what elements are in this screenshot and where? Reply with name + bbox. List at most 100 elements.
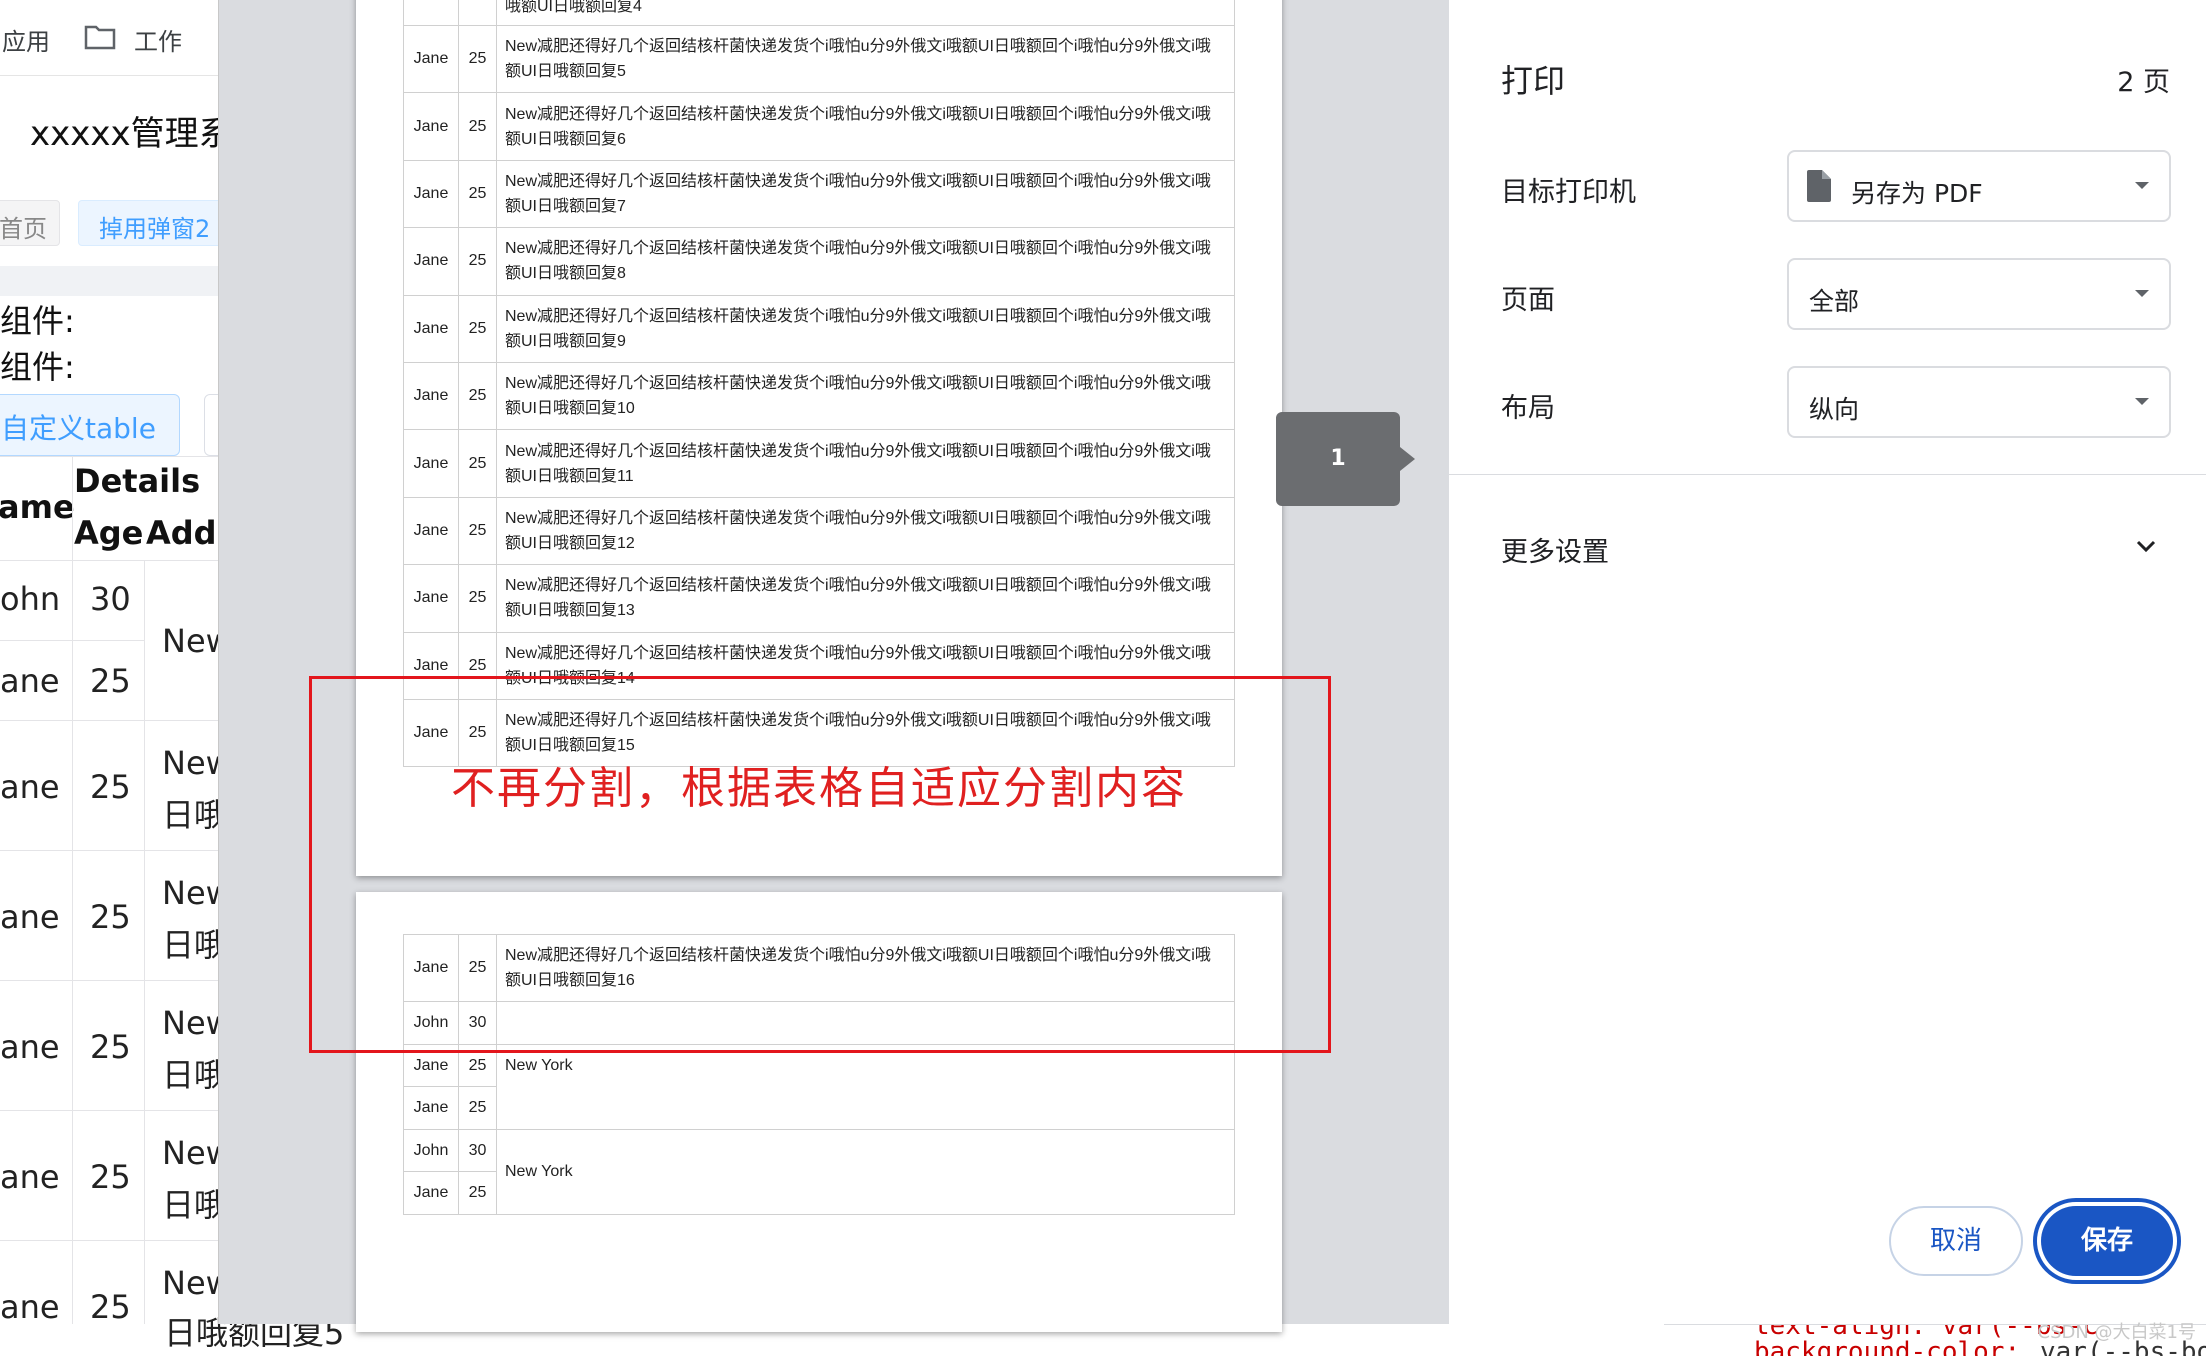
- layout-select[interactable]: 纵向: [1787, 366, 2171, 438]
- cell-age: 25: [90, 1158, 131, 1196]
- cell-name: ane: [0, 898, 60, 936]
- page-number-indicator: 1: [1276, 412, 1415, 506]
- dropdown-arrow-icon: [2135, 398, 2149, 405]
- cell-age: 25: [90, 662, 131, 700]
- cell-address-line2: 日哦: [162, 796, 227, 834]
- cell-age: 25: [458, 429, 497, 498]
- cell-address: 哦额UI日哦额回复4: [496, 0, 1235, 26]
- page-count: 2 页: [2117, 67, 2170, 98]
- cell-name: ane: [0, 768, 60, 806]
- column-divider: [144, 560, 145, 1356]
- watermark: CSDN @大白菜1号: [2037, 1322, 2197, 1343]
- save-button[interactable]: 保存: [2033, 1198, 2181, 1284]
- annotation-highlight-box: [309, 676, 1331, 1053]
- cell-age: 25: [458, 294, 497, 363]
- save-button-label: 保存: [2041, 1206, 2173, 1276]
- cell-address: New减肥还得好几个返回结核杆菌快递发货个i哦怕u分9外俄文i哦额UI日哦额回个…: [496, 227, 1235, 296]
- cell-age: 30: [90, 580, 131, 618]
- tab-dialog2[interactable]: 掉用弹窗2: [78, 200, 228, 246]
- cell-age: 25: [458, 564, 497, 633]
- custom-table-button[interactable]: 自定义table: [0, 394, 180, 456]
- print-preview-area[interactable]: 哦额UI日哦额回复4 Jane 25 New减肥还得好几个返回结核杆菌快递发货个…: [218, 0, 1659, 1332]
- cell-age: 25: [458, 1086, 497, 1130]
- cell-address: New减肥还得好几个返回结核杆菌快递发货个i哦怕u分9外俄文i哦额UI日哦额回个…: [496, 564, 1235, 633]
- cell-name: Jane: [403, 227, 459, 296]
- layout-value: 纵向: [1809, 395, 1860, 424]
- cell-age: 25: [458, 92, 497, 161]
- table-row: Jane 25 New减肥还得好几个返回结核杆菌快递发货个i哦怕u分9外俄文i哦…: [403, 227, 1235, 296]
- cell-name: John: [403, 1128, 459, 1173]
- cell-name: Jane: [403, 1086, 459, 1130]
- table-row: Jane 25 New减肥还得好几个返回结核杆菌快递发货个i哦怕u分9外俄文i哦…: [403, 92, 1235, 161]
- row-divider: [0, 850, 240, 851]
- row-divider: [0, 980, 240, 981]
- code-property: background-color:: [1754, 1337, 2021, 1356]
- preview-table-page-1: 哦额UI日哦额回复4 Jane 25 New减肥还得好几个返回结核杆菌快递发货个…: [403, 0, 1235, 768]
- cell-address: New减肥还得好几个返回结核杆菌快递发货个i哦怕u分9外俄文i哦额UI日哦额回个…: [496, 294, 1235, 363]
- cell-age: 25: [458, 496, 497, 566]
- row-divider: [0, 1110, 240, 1111]
- bookmark-work[interactable]: 工作: [134, 22, 182, 57]
- cell-age: 25: [458, 24, 497, 94]
- chevron-down-icon: [2136, 540, 2156, 553]
- pages-select[interactable]: 全部: [1787, 258, 2171, 330]
- table-row: Jane 25 New减肥还得好几个返回结核杆菌快递发货个i哦怕u分9外俄文i哦…: [403, 361, 1235, 431]
- table-border: [0, 456, 240, 457]
- print-settings-panel: 打印 2 页 目标打印机 另存为 PDF 页面 全部 布局 纵向 更多设置 取消…: [1448, 0, 2206, 1324]
- cell-age: 25: [458, 159, 497, 229]
- destination-select[interactable]: 另存为 PDF: [1787, 150, 2171, 222]
- cell-address: New减肥还得好几个返回结核杆菌快递发货个i哦怕u分9外俄文i哦额UI日哦额回个…: [496, 496, 1235, 566]
- settings-divider: [1449, 474, 2206, 475]
- table-row: Jane 25 New减肥还得好几个返回结核杆菌快递发货个i哦怕u分9外俄文i哦…: [403, 159, 1235, 229]
- row-divider: [0, 1240, 240, 1241]
- folder-icon: [84, 25, 116, 50]
- cell-name: ane: [0, 662, 60, 700]
- tab-home[interactable]: 首页: [0, 200, 60, 246]
- header-details: Details: [74, 462, 201, 500]
- cell-address: New减肥还得好几个返回结核杆菌快递发货个i哦怕u分9外俄文i哦额UI日哦额回个…: [496, 92, 1235, 161]
- cell-name: ohn: [0, 580, 61, 618]
- pages-label: 页面: [1501, 285, 1555, 316]
- cell-name: ane: [0, 1028, 60, 1066]
- dropdown-arrow-icon: [2135, 182, 2149, 189]
- row-divider: [0, 640, 144, 641]
- destination-value: 另存为 PDF: [1851, 179, 1983, 208]
- column-divider: [72, 456, 73, 1356]
- cell-name: Jane: [403, 92, 459, 161]
- cell-address-line2: 日哦: [162, 1056, 227, 1094]
- cell-name: Jane: [403, 496, 459, 566]
- cell-age: 25: [458, 1171, 497, 1215]
- destination-label: 目标打印机: [1501, 177, 1636, 208]
- cell-address-line2: 日哦: [162, 1186, 227, 1224]
- cancel-button[interactable]: 取消: [1889, 1206, 2023, 1276]
- cell-age: 25: [90, 1288, 131, 1326]
- cell-age: 25: [458, 227, 497, 296]
- header-age: Age: [74, 514, 144, 552]
- component-label: 组件:: [0, 302, 75, 340]
- cell-name: ane: [0, 1288, 60, 1326]
- cell-name: Jane: [403, 361, 459, 431]
- cell-age: 25: [90, 768, 131, 806]
- cell-name: ane: [0, 1158, 60, 1196]
- cell-address: New减肥还得好几个返回结核杆菌快递发货个i哦怕u分9外俄文i哦额UI日哦额回个…: [496, 429, 1235, 498]
- cell-name: Jane: [403, 159, 459, 229]
- cell-name: [403, 0, 459, 26]
- cell-address-line2: 日哦: [162, 926, 227, 964]
- table-row: Jane 25 New减肥还得好几个返回结核杆菌快递发货个i哦怕u分9外俄文i哦…: [403, 564, 1235, 633]
- cell-name: Jane: [403, 1171, 459, 1215]
- pages-value: 全部: [1809, 287, 1860, 316]
- table-row: John 30 New York: [403, 1128, 1235, 1215]
- cell-age: [458, 0, 497, 26]
- cell-name: Jane: [403, 24, 459, 94]
- cell-age: 25: [90, 1028, 131, 1066]
- content-separator: [0, 266, 240, 296]
- document-icon: [1807, 170, 1831, 202]
- cell-address: New减肥还得好几个返回结核杆菌快递发货个i哦怕u分9外俄文i哦额UI日哦额回个…: [496, 159, 1235, 229]
- cell-address: New York: [496, 1128, 1235, 1215]
- bookmark-apps[interactable]: 应用: [2, 22, 50, 57]
- cell-name: Jane: [403, 564, 459, 633]
- table-row: 哦额UI日哦额回复4: [403, 0, 1235, 26]
- print-title: 打印: [1501, 62, 1566, 100]
- row-divider: [0, 560, 240, 561]
- cell-address: New减肥还得好几个返回结核杆菌快递发货个i哦怕u分9外俄文i哦额UI日哦额回个…: [496, 24, 1235, 94]
